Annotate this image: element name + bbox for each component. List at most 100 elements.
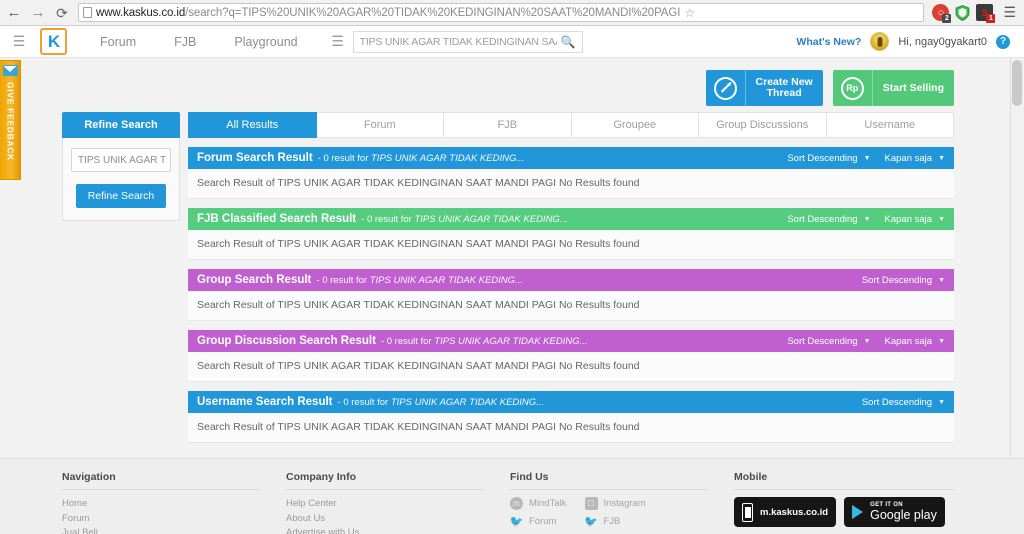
tab-group-discussions[interactable]: Group Discussions	[699, 112, 827, 138]
kaskus-logo[interactable]: K	[40, 28, 67, 55]
footer-link-help-center[interactable]: Help Center	[286, 497, 484, 512]
rupiah-icon: Rp	[833, 70, 873, 106]
search-icon[interactable]: 🔍	[557, 35, 576, 49]
section-query: TIPS UNIK AGAR TIDAK KEDING...	[434, 335, 588, 347]
whats-new-link[interactable]: What's New?	[796, 36, 861, 48]
chevron-down-icon: ▼	[863, 215, 871, 223]
reload-icon[interactable]: ⟳	[54, 5, 70, 21]
adblock-badge: 2	[942, 14, 952, 23]
sort-label: Sort Descending	[787, 152, 858, 164]
section-query: TIPS UNIK AGAR TIDAK KEDING...	[390, 396, 545, 408]
section-header: FJB Classified Search Result - 0 result …	[188, 208, 954, 230]
refine-search-panel: Refine Search TIPS UNIK AGAR T Refine Se…	[62, 112, 180, 443]
nav-link-forum[interactable]: Forum	[81, 35, 155, 49]
time-dropdown[interactable]: Kapan saja ▼	[885, 336, 945, 347]
back-arrow-icon[interactable]: ←	[6, 5, 22, 21]
adblock-extension-icon[interactable]: ○ 2	[932, 4, 952, 23]
section-body: Search Result of TIPS UNIK AGAR TIDAK KE…	[188, 413, 954, 443]
sort-dropdown[interactable]: Sort Descending ▼	[862, 397, 945, 408]
refine-search-button[interactable]: Refine Search	[75, 184, 167, 208]
section-header: Group Discussion Search Result - 0 resul…	[188, 330, 954, 352]
sort-dropdown[interactable]: Sort Descending ▼	[787, 214, 870, 225]
results-tabs: All Results Forum FJB Groupee Group Disc…	[188, 112, 954, 138]
star-icon[interactable]: ☆	[684, 7, 695, 19]
twitter-icon: 🐦	[509, 516, 524, 528]
give-feedback-tab[interactable]: GIVE FEEDBACK	[0, 60, 21, 180]
tab-forum[interactable]: Forum	[316, 112, 444, 138]
section-forum-search-result: Forum Search Result - 0 result for TIPS …	[188, 147, 954, 199]
pencil-icon	[706, 70, 746, 106]
header-user-area: What's New? Hi, ngay0gyakart0 ?	[796, 32, 1016, 51]
search-results-column: All Results Forum FJB Groupee Group Disc…	[188, 112, 954, 443]
sort-dropdown[interactable]: Sort Descending ▼	[787, 153, 870, 164]
give-feedback-label: GIVE FEEDBACK	[5, 82, 16, 161]
create-new-thread-button[interactable]: Create New Thread	[705, 70, 823, 106]
chevron-down-icon: ▼	[938, 215, 945, 223]
google-play-text: GET IT ON Google play	[870, 502, 937, 521]
footer-link-jual-beli[interactable]: Jual Beli	[62, 526, 260, 534]
sort-dropdown[interactable]: Sort Descending ▼	[862, 275, 945, 286]
help-icon[interactable]: ?	[996, 34, 1010, 49]
address-bar[interactable]: www.kaskus.co.id/search?q=TIPS%20UNIK%20…	[78, 3, 925, 22]
browser-toolbar: ← → ⟳ www.kaskus.co.id/search?q=TIPS%20U…	[0, 0, 1024, 26]
sort-label: Sort Descending	[861, 274, 933, 286]
section-group-search-result: Group Search Result - 0 result for TIPS …	[188, 269, 954, 321]
social-link-instagram[interactable]: ☐ Instagram	[584, 497, 646, 510]
google-play-icon	[852, 505, 864, 519]
nav-link-fjb[interactable]: FJB	[155, 35, 215, 49]
footer-company-title: Company Info	[286, 471, 484, 490]
footer-navigation-column: Navigation Home Forum Jual Beli	[62, 471, 286, 534]
google-play-big-label: Google play	[870, 507, 937, 522]
shield-extension-icon[interactable]	[954, 4, 971, 21]
url-text: www.kaskus.co.id/search?q=TIPS%20UNIK%20…	[96, 7, 680, 19]
section-tools: Sort Descending ▼	[862, 397, 945, 408]
action-buttons: Create New Thread Rp Start Selling	[0, 58, 1024, 106]
avatar[interactable]	[870, 32, 890, 51]
tab-groupee[interactable]: Groupee	[571, 112, 699, 138]
site-footer: Navigation Home Forum Jual Beli Company …	[0, 458, 1024, 534]
time-dropdown[interactable]: Kapan saja ▼	[885, 153, 945, 164]
footer-link-home[interactable]: Home	[62, 497, 260, 512]
search-input[interactable]: TIPS UNIK AGAR TIDAK KEDINGINAN SAAT M 🔍	[352, 30, 583, 53]
footer-link-forum[interactable]: Forum	[62, 512, 260, 527]
time-dropdown[interactable]: Kapan saja ▼	[885, 214, 945, 225]
nav-link-playground[interactable]: Playground	[215, 35, 316, 49]
chevron-down-icon: ▼	[938, 276, 945, 284]
social-link-forum[interactable]: 🐦 Forum	[510, 515, 567, 528]
page-scrollbar[interactable]	[1010, 58, 1024, 458]
tab-username[interactable]: Username	[826, 112, 954, 138]
sort-dropdown[interactable]: Sort Descending ▼	[787, 336, 870, 347]
tab-all-results[interactable]: All Results	[188, 112, 317, 138]
footer-mobile-title: Mobile	[734, 471, 954, 490]
section-query: TIPS UNIK AGAR TIDAK KEDING...	[369, 274, 523, 286]
section-header: Username Search Result - 0 result for TI…	[188, 391, 954, 413]
noscript-extension-icon[interactable]: S 1	[976, 4, 996, 23]
start-selling-button[interactable]: Rp Start Selling	[832, 70, 954, 106]
google-play-button[interactable]: GET IT ON Google play	[844, 497, 945, 527]
search-category-icon[interactable]: ☰	[323, 33, 353, 50]
tab-fjb[interactable]: FJB	[444, 112, 572, 138]
chevron-down-icon: ▼	[938, 398, 945, 406]
section-body: Search Result of TIPS UNIK AGAR TIDAK KE…	[188, 230, 954, 260]
mobile-web-button[interactable]: m.kaskus.co.id	[734, 497, 837, 527]
social-link-fjb[interactable]: 🐦 FJB	[584, 515, 646, 528]
footer-find-us-title: Find Us	[510, 471, 708, 490]
section-subtitle: - 0 result for TIPS UNIK AGAR TIDAK KEDI…	[380, 335, 588, 347]
section-body: Search Result of TIPS UNIK AGAR TIDAK KE…	[188, 291, 954, 321]
browser-menu-icon[interactable]: ☰	[1001, 4, 1018, 21]
section-subtitle: - 0 result for TIPS UNIK AGAR TIDAK KEDI…	[337, 396, 545, 408]
user-greeting[interactable]: Hi, ngay0gyakart0	[898, 36, 987, 48]
section-query: TIPS UNIK AGAR TIDAK KEDING...	[414, 213, 568, 225]
footer-company-column: Company Info Help Center About Us Advert…	[286, 471, 510, 534]
section-body: Search Result of TIPS UNIK AGAR TIDAK KE…	[188, 169, 954, 199]
footer-find-us-column: Find Us m MindTalk 🐦 Forum ☐ Instagram �	[510, 471, 734, 534]
time-label: Kapan saja	[884, 152, 933, 164]
scrollbar-thumb[interactable]	[1012, 60, 1022, 106]
chevron-down-icon: ▼	[863, 337, 871, 345]
site-menu-icon[interactable]: ☰	[0, 26, 38, 57]
forward-arrow-icon[interactable]: →	[30, 5, 46, 21]
footer-link-advertise[interactable]: Advertise with Us	[286, 526, 484, 534]
social-link-mindtalk[interactable]: m MindTalk	[510, 497, 567, 510]
refine-search-input[interactable]: TIPS UNIK AGAR T	[71, 148, 171, 172]
footer-link-about-us[interactable]: About Us	[286, 512, 484, 527]
